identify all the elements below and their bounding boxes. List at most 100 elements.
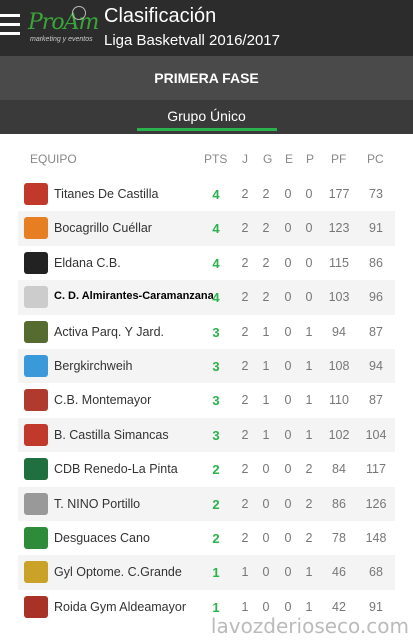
- pc-cell: 68: [369, 565, 383, 580]
- team-name: B. Castilla Simancas: [54, 427, 169, 442]
- logo-tagline: marketing y eventos: [30, 36, 93, 43]
- table-row[interactable]: Desguaces Cano 2 2 0 0 2 78 148: [18, 521, 395, 555]
- team-logo-icon: [24, 458, 48, 481]
- team-logo-icon: [24, 423, 48, 446]
- pc-cell: 87: [369, 324, 383, 339]
- team-name: Eldana C.B.: [54, 255, 121, 270]
- table-row[interactable]: Activa Parq. Y Jard. 3 2 1 0 1 94 87: [18, 315, 395, 349]
- menu-icon[interactable]: [0, 14, 22, 40]
- team-name: C.B. Montemayor: [54, 393, 152, 408]
- pc-cell: 94: [369, 359, 383, 373]
- standings-table: EQUIPO PTS J G E P PF PC Titanes De Cast…: [18, 140, 395, 620]
- team-name: Bergkirchweih: [54, 359, 133, 373]
- team-logo-icon: [24, 320, 48, 343]
- pf-cell: 108: [328, 359, 350, 373]
- app-bar: ProAm marketing y eventos Clasificación …: [0, 0, 413, 56]
- pts-cell: 3: [212, 359, 220, 374]
- team-name: Bocagrillo Cuéllar: [54, 221, 152, 236]
- team-name: T. NINO Portillo: [54, 496, 141, 511]
- pc-cell: 117: [366, 462, 386, 477]
- pf-cell: 123: [328, 221, 350, 236]
- pc-cell: 96: [369, 290, 383, 305]
- team-logo-icon: [24, 183, 48, 205]
- table-row[interactable]: Bergkirchweih 3 2 1 0 1 108 94: [18, 349, 395, 384]
- pc-cell: 104: [365, 427, 387, 442]
- pts-cell: 3: [212, 393, 220, 409]
- table-row[interactable]: Bocagrillo Cuéllar 4 2 2 0 0 123 91: [18, 211, 395, 246]
- phase-label: PRIMERA FASE: [154, 70, 259, 86]
- page-title: Clasificación: [104, 5, 217, 27]
- proam-logo: ProAm marketing y eventos: [28, 6, 99, 50]
- table-row[interactable]: C.B. Montemayor 3 2 1 0 1 110 87: [18, 383, 395, 417]
- pc-cell: 91: [369, 221, 383, 236]
- team-logo-icon: [24, 561, 48, 584]
- pts-cell: 2: [212, 496, 220, 512]
- p-cell: 1: [305, 324, 313, 339]
- column-header-equipo: EQUIPO: [30, 152, 77, 166]
- p-cell: 1: [305, 565, 313, 580]
- pf-cell: 86: [332, 496, 346, 511]
- pf-cell: 115: [329, 255, 349, 270]
- p-cell: 2: [305, 496, 313, 511]
- p-cell: 0: [305, 255, 313, 270]
- team-logo-icon: [24, 492, 48, 515]
- team-logo-icon: [24, 389, 48, 412]
- logo-text: ProAm: [28, 10, 99, 35]
- pts-cell: 2: [212, 462, 220, 478]
- pc-cell: 148: [365, 531, 387, 545]
- pf-cell: 103: [328, 290, 350, 305]
- pts-cell: 1: [212, 565, 220, 581]
- pf-cell: 84: [332, 462, 346, 477]
- pc-cell: 91: [369, 599, 383, 614]
- team-name: CDB Renedo-La Pinta: [54, 462, 178, 477]
- column-header-g: G: [263, 152, 273, 166]
- pf-cell: 177: [328, 187, 350, 201]
- pts-cell: 4: [212, 290, 220, 306]
- p-cell: 2: [305, 462, 313, 477]
- pts-cell: 4: [212, 221, 220, 237]
- team-logo-icon: [24, 355, 48, 377]
- team-logo-icon: [24, 251, 48, 274]
- team-name: Activa Parq. Y Jard.: [54, 324, 165, 339]
- watermark: lavozderioseco.com: [210, 614, 409, 638]
- pf-cell: 110: [329, 393, 349, 408]
- p-cell: 1: [305, 393, 313, 408]
- p-cell: 1: [305, 359, 313, 373]
- phase-tab[interactable]: PRIMERA FASE: [0, 56, 413, 100]
- column-header-pc: PC: [367, 152, 384, 166]
- team-name: Titanes De Castilla: [54, 187, 159, 201]
- pts-cell: 4: [212, 187, 220, 202]
- team-logo-icon: [24, 217, 48, 240]
- pf-cell: 78: [332, 531, 346, 545]
- column-header-j: J: [242, 152, 248, 166]
- pc-cell: 73: [369, 187, 383, 201]
- pf-cell: 94: [332, 324, 346, 339]
- table-row[interactable]: T. NINO Portillo 2 2 0 0 2 86 126: [18, 486, 395, 521]
- team-name: Desguaces Cano: [54, 531, 150, 545]
- p-cell: 0: [305, 187, 313, 201]
- p-cell: 1: [305, 427, 313, 442]
- team-name: Gyl Optome. C.Grande: [54, 565, 182, 580]
- active-tab-indicator: [137, 128, 277, 131]
- table-row[interactable]: Gyl Optome. C.Grande 1 1 0 0 1 46 68: [18, 555, 395, 590]
- table-row[interactable]: B. Castilla Simancas 3 2 1 0 1 102 104: [18, 417, 395, 453]
- team-name: Roida Gym Aldeamayor: [54, 599, 187, 614]
- team-logo-icon: [24, 527, 48, 549]
- pf-cell: 46: [332, 565, 346, 580]
- p-cell: 0: [305, 221, 313, 236]
- table-row[interactable]: CDB Renedo-La Pinta 2 2 0 0 2 84 117: [18, 452, 395, 486]
- column-header-pts: PTS: [204, 152, 228, 166]
- column-header-p: P: [306, 152, 315, 166]
- pc-cell: 86: [369, 255, 383, 270]
- team-name: C. D. Almirantes-Caramanzana: [54, 290, 214, 303]
- team-logo-icon: [24, 286, 48, 309]
- table-row[interactable]: Eldana C.B. 4 2 2 0 0 115 86: [18, 246, 395, 280]
- pf-cell: 102: [328, 427, 350, 442]
- pts-cell: 4: [212, 255, 220, 271]
- table-row[interactable]: Titanes De Castilla 4 2 2 0 0 177 73: [18, 177, 395, 211]
- p-cell: 2: [305, 531, 313, 545]
- table-row[interactable]: C. D. Almirantes-Caramanzana 4 2 2 0 0 103 96: [18, 280, 395, 315]
- pc-cell: 126: [365, 496, 387, 511]
- pf-cell: 42: [332, 599, 346, 614]
- column-header-e: E: [285, 152, 294, 166]
